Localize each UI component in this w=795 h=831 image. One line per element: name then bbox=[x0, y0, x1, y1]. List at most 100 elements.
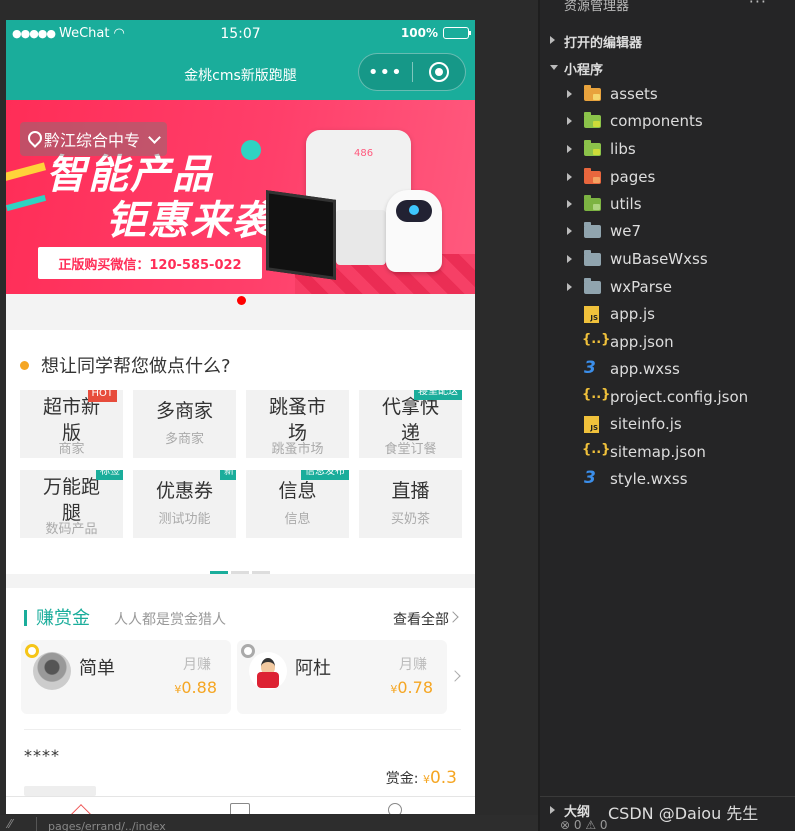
service-item-flea-market[interactable]: 跳蚤市场 跳蚤市场 bbox=[246, 390, 349, 458]
phone-simulator: ●●●●● WeChat ◠ 15:07 100% 金桃cms新版跑腿 ••• bbox=[6, 20, 475, 814]
banner-buy-contact: 正版购买微信：120-585-022 bbox=[38, 247, 262, 279]
service-question-text: 想让同学帮您做点什么? bbox=[41, 356, 231, 377]
earner-card[interactable]: 阿杜 月赚 ¥0.78 bbox=[237, 640, 447, 714]
hot-badge: HOT bbox=[87, 390, 117, 402]
page-path[interactable]: pages/errand/../index bbox=[48, 820, 166, 831]
reward-label: 赏金: bbox=[385, 771, 419, 787]
service-question: 想让同学帮您做点什么? bbox=[20, 352, 231, 378]
battery-icon bbox=[443, 27, 471, 39]
battery-percent: 100% bbox=[400, 26, 438, 40]
avatar bbox=[33, 652, 71, 690]
folder-libs[interactable]: libs bbox=[540, 136, 795, 163]
service-item-errand[interactable]: 万能跑腿 数码产品 标签 bbox=[20, 470, 123, 538]
more-icon[interactable]: ••• bbox=[359, 62, 412, 83]
decor-stripe bbox=[6, 194, 47, 212]
folder-wubasewxss[interactable]: wuBaseWxss bbox=[540, 246, 795, 273]
location-selector[interactable]: 黔江综合中专 bbox=[20, 122, 168, 156]
chevron-down-icon bbox=[148, 130, 161, 144]
file-sitemap-json[interactable]: {..} sitemap.json bbox=[540, 439, 795, 466]
js-file-icon: JS bbox=[584, 416, 599, 433]
file-project-config-json[interactable]: {..} project.config.json bbox=[540, 384, 795, 411]
service-item-coupon[interactable]: 优惠券 测试功能 新 bbox=[133, 470, 236, 538]
promo-banner[interactable]: 智能产品 钜惠来袭 正版购买微信：120-585-022 486 黔江综合中专 bbox=[6, 100, 475, 294]
open-editors-section[interactable]: 打开的编辑器 bbox=[540, 27, 795, 53]
label-badge: 标签 bbox=[96, 470, 123, 480]
folder-name: wxParse bbox=[610, 278, 672, 296]
file-app-json[interactable]: {..} app.json bbox=[540, 329, 795, 356]
section-label: 小程序 bbox=[564, 63, 604, 78]
monthly-label: 月赚 bbox=[399, 657, 427, 673]
bounty-section: 赚赏金 人人都是赏金猎人 查看全部 简单 月赚 ¥0.88 阿杜 月赚 ¥0.7… bbox=[6, 588, 475, 810]
order-icon[interactable] bbox=[230, 803, 250, 814]
folder-assets[interactable]: assets bbox=[540, 81, 795, 108]
close-miniprogram-button[interactable] bbox=[412, 62, 465, 82]
gold-medal-icon bbox=[25, 644, 39, 658]
view-all-link[interactable]: 查看全部 bbox=[393, 609, 449, 629]
folder-utils[interactable]: utils bbox=[540, 191, 795, 218]
service-item-name: 多商家 bbox=[155, 400, 213, 422]
service-item-sub: 数码产品 bbox=[45, 522, 98, 537]
robot-image bbox=[386, 190, 442, 272]
chevron-down-icon bbox=[550, 65, 558, 70]
explorer-more-icon[interactable]: ··· bbox=[749, 0, 767, 11]
capsule-menu: ••• bbox=[358, 53, 466, 91]
file-name: style.wxss bbox=[610, 470, 688, 488]
wxss-file-icon: 3 bbox=[584, 358, 596, 378]
chevron-right-icon bbox=[567, 227, 572, 235]
file-app-js[interactable]: JS app.js bbox=[540, 301, 795, 328]
home-icon[interactable] bbox=[71, 804, 91, 814]
reward-value: ¥0.3 bbox=[422, 768, 457, 788]
chevron-right-icon bbox=[550, 806, 555, 814]
banner-indicator bbox=[6, 294, 475, 330]
status-bar: ●●●●● WeChat ◠ 15:07 100% bbox=[6, 20, 475, 50]
page-title: 金桃cms新版跑腿 bbox=[184, 68, 297, 84]
chevron-right-icon[interactable] bbox=[449, 670, 461, 682]
folder-icon bbox=[584, 168, 601, 184]
earner-card[interactable]: 简单 月赚 ¥0.88 bbox=[21, 640, 231, 714]
folder-components[interactable]: components bbox=[540, 108, 795, 135]
expand-icon[interactable]: ⁄⁄ bbox=[8, 817, 12, 831]
folder-icon bbox=[584, 278, 601, 294]
task-reward: 赏金: ¥0.3 bbox=[386, 768, 457, 788]
project-section[interactable]: 小程序 bbox=[540, 54, 795, 80]
problems-count[interactable]: ⊗ 0 ⚠ 0 bbox=[560, 818, 608, 831]
bounty-subtitle: 人人都是赏金猎人 bbox=[114, 612, 226, 628]
service-item-info[interactable]: 信息 信息 信息发布 bbox=[246, 470, 349, 538]
chevron-right-icon bbox=[567, 90, 572, 98]
task-title[interactable]: **** bbox=[24, 746, 60, 765]
file-siteinfo-js[interactable]: JS siteinfo.js bbox=[540, 411, 795, 438]
decor-stripe bbox=[6, 162, 47, 186]
monthly-amount: ¥0.88 bbox=[174, 678, 217, 697]
file-name: app.json bbox=[610, 333, 674, 351]
chevron-right-icon bbox=[567, 145, 572, 153]
simulator-status-bar: ⁄⁄ pages/errand/../index bbox=[0, 815, 540, 831]
monthly-label: 月赚 bbox=[183, 657, 211, 673]
divider bbox=[24, 729, 461, 730]
battery: 100% bbox=[400, 26, 471, 40]
folder-name: utils bbox=[610, 195, 642, 213]
folder-name: components bbox=[610, 112, 703, 130]
location-name: 黔江综合中专 bbox=[44, 131, 141, 150]
file-style-wxss[interactable]: 3 style.wxss bbox=[540, 466, 795, 493]
nav-bar: 金桃cms新版跑腿 ••• bbox=[6, 50, 475, 100]
folder-name: we7 bbox=[610, 222, 642, 240]
user-icon[interactable] bbox=[388, 803, 402, 814]
service-item-multi-merchant[interactable]: 多商家 多商家 bbox=[133, 390, 236, 458]
service-item-sub: 信息 bbox=[284, 512, 311, 527]
service-item-express[interactable]: 代拿快递 食堂订餐 寝室配送 bbox=[359, 390, 462, 458]
banner-headline-2: 钜惠来袭 bbox=[106, 198, 274, 244]
folder-icon bbox=[584, 85, 601, 101]
new-badge: 新 bbox=[220, 470, 236, 480]
service-item-live[interactable]: 直播 买奶茶 bbox=[359, 470, 462, 538]
service-item-supermarket[interactable]: 超市新版 商家 HOT bbox=[20, 390, 123, 458]
service-item-sub: 食堂订餐 bbox=[384, 442, 437, 457]
folder-pages[interactable]: pages bbox=[540, 164, 795, 191]
folder-wxparse[interactable]: wxParse bbox=[540, 274, 795, 301]
file-name: app.wxss bbox=[610, 360, 680, 378]
monthly-amount: ¥0.78 bbox=[390, 678, 433, 697]
file-app-wxss[interactable]: 3 app.wxss bbox=[540, 356, 795, 383]
target-icon bbox=[428, 62, 449, 82]
file-name: app.js bbox=[610, 305, 655, 323]
folder-we7[interactable]: we7 bbox=[540, 218, 795, 245]
bounty-title: 赚赏金 bbox=[36, 608, 90, 629]
